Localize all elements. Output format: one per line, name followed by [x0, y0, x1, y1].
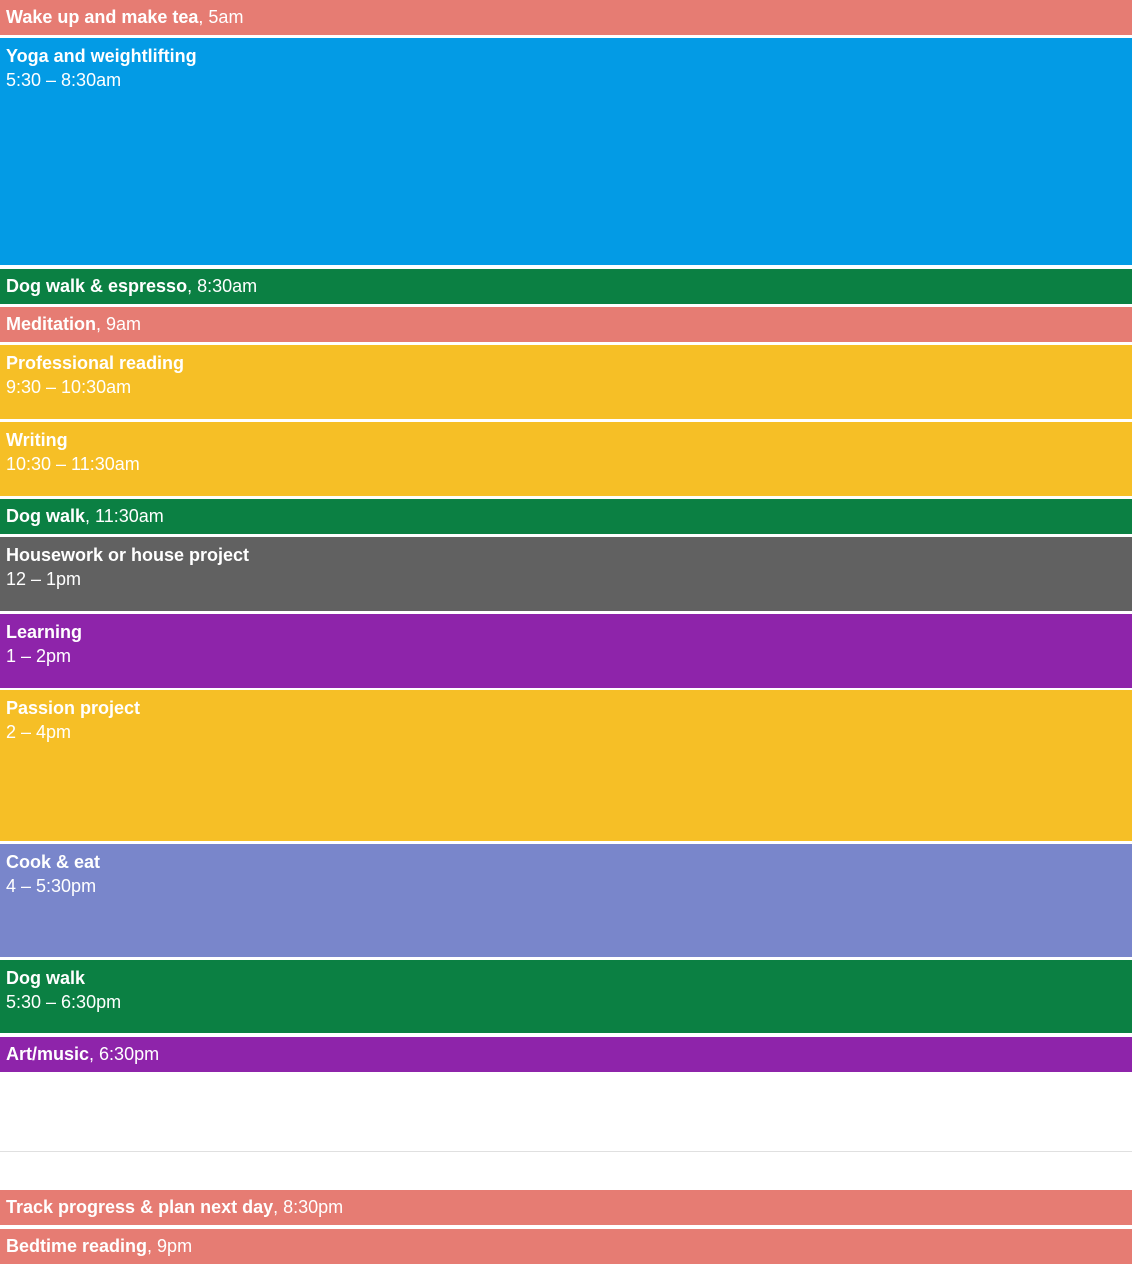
event-time: 8:30am: [197, 276, 258, 296]
event-time: 12 – 1pm: [6, 569, 82, 589]
event-title: Track progress & plan next day: [6, 1197, 274, 1217]
calendar-event-dog-walk-evening[interactable]: Dog walk 5:30 – 6:30pm: [0, 960, 1132, 1033]
calendar-event-wake-up[interactable]: Wake up and make tea, 5am: [0, 0, 1132, 35]
calendar-event-track-progress[interactable]: Track progress & plan next day, 8:30pm: [0, 1190, 1132, 1225]
event-time: 6:30pm: [99, 1044, 160, 1064]
event-separator: ,: [187, 276, 198, 296]
calendar-event-art-music[interactable]: Art/music, 6:30pm: [0, 1037, 1132, 1072]
event-separator: ,: [96, 314, 107, 334]
event-time: 8:30pm: [283, 1197, 344, 1217]
event-time: 9:30 – 10:30am: [6, 377, 132, 397]
event-time: 1 – 2pm: [6, 646, 72, 666]
event-time: 5:30 – 6:30pm: [6, 992, 122, 1012]
event-title: Dog walk: [6, 968, 86, 988]
calendar-event-passion-project[interactable]: Passion project 2 – 4pm: [0, 690, 1132, 841]
calendar-event-cook-eat[interactable]: Cook & eat 4 – 5:30pm: [0, 844, 1132, 957]
event-title: Writing: [6, 430, 68, 450]
event-separator: ,: [85, 506, 96, 526]
event-title: Dog walk & espresso: [6, 276, 188, 296]
event-title: Professional reading: [6, 353, 185, 373]
event-title: Art/music: [6, 1044, 90, 1064]
event-separator: ,: [89, 1044, 100, 1064]
event-time: 9am: [106, 314, 142, 334]
calendar-event-dog-walk-espresso[interactable]: Dog walk & espresso, 8:30am: [0, 269, 1132, 304]
event-title: Meditation: [6, 314, 96, 334]
event-title: Passion project: [6, 698, 141, 718]
hour-gridline: [0, 1151, 1132, 1152]
event-time: 4 – 5:30pm: [6, 876, 97, 896]
calendar-event-meditation[interactable]: Meditation, 9am: [0, 307, 1132, 342]
calendar-event-yoga[interactable]: Yoga and weightlifting 5:30 – 8:30am: [0, 38, 1132, 265]
calendar-event-dog-walk-morning[interactable]: Dog walk, 11:30am: [0, 499, 1132, 534]
event-title: Bedtime reading: [6, 1236, 148, 1256]
event-time: 11:30am: [95, 506, 164, 526]
event-title: Cook & eat: [6, 852, 101, 872]
calendar-event-bedtime-reading[interactable]: Bedtime reading, 9pm: [0, 1229, 1132, 1264]
event-title: Learning: [6, 622, 83, 642]
event-time: 2 – 4pm: [6, 722, 72, 742]
calendar-event-housework[interactable]: Housework or house project 12 – 1pm: [0, 537, 1132, 611]
calendar-event-writing[interactable]: Writing 10:30 – 11:30am: [0, 422, 1132, 496]
event-time: 5:30 – 8:30am: [6, 70, 122, 90]
event-title: Yoga and weightlifting: [6, 46, 197, 66]
calendar-event-professional-reading[interactable]: Professional reading 9:30 – 10:30am: [0, 345, 1132, 419]
event-time: 9pm: [157, 1236, 193, 1256]
event-separator: ,: [147, 1236, 158, 1256]
event-separator: ,: [198, 7, 209, 27]
event-time: 5am: [208, 7, 244, 27]
calendar-event-learning[interactable]: Learning 1 – 2pm: [0, 614, 1132, 688]
event-title: Dog walk: [6, 506, 86, 526]
event-separator: ,: [273, 1197, 284, 1217]
event-title: Housework or house project: [6, 545, 250, 565]
event-title: Wake up and make tea: [6, 7, 199, 27]
event-time: 10:30 – 11:30am: [6, 454, 140, 474]
